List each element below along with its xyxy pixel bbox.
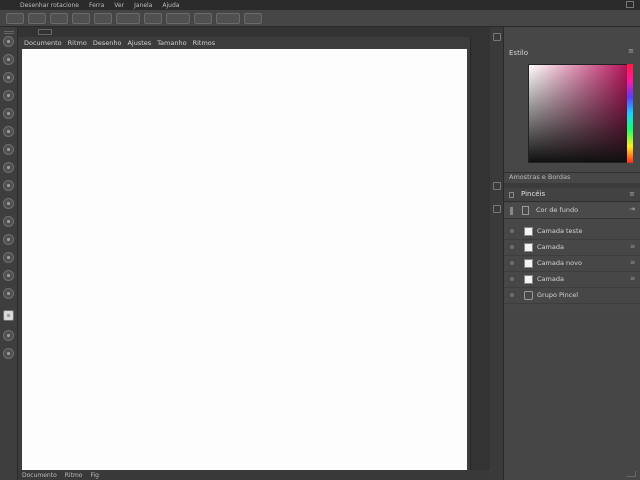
group-folder-icon [524, 291, 533, 300]
tab-adjustments[interactable]: Ajustes [127, 39, 151, 47]
magic-wand-tool-icon[interactable] [3, 90, 14, 101]
status-fig: Fig [90, 471, 99, 479]
right-panel: Estilo ≡ Amostras e Bordas Pincéis ≡ Cor… [504, 27, 640, 480]
hue-slider[interactable] [627, 64, 633, 163]
fill-icon[interactable] [522, 206, 529, 215]
layer-row[interactable]: Camada novo ≡ [504, 256, 640, 272]
arrange-icon[interactable] [38, 29, 52, 35]
layer-row[interactable]: Grupo Pincel [504, 288, 640, 304]
layer-thumbnail [524, 227, 533, 236]
screen-mode-icon[interactable] [3, 348, 14, 359]
lasso-tool-icon[interactable] [3, 72, 14, 83]
menu-item-window[interactable]: Janela [134, 2, 152, 9]
panel-menu-icon[interactable]: ≡ [628, 47, 634, 55]
layer-name: Camada [537, 275, 564, 283]
tab-rhythm[interactable]: Ritmo [68, 39, 87, 47]
brush-option-icon[interactable] [28, 12, 46, 24]
background-color-label[interactable]: Cor de fundo [536, 206, 578, 214]
pen-tool-icon[interactable] [3, 288, 14, 299]
lock-icon[interactable] [510, 207, 513, 215]
dodge-tool-icon[interactable] [3, 270, 14, 281]
clone-stamp-tool-icon[interactable] [3, 180, 14, 191]
eraser-tool-icon[interactable] [3, 216, 14, 227]
layer-thumbnail [524, 243, 533, 252]
layer-row[interactable]: Camada teste [504, 224, 640, 240]
status-bar: Documento Ritmo Fig [18, 470, 490, 480]
angle-option-icon[interactable] [244, 12, 262, 24]
brush-tool-icon[interactable] [3, 162, 14, 173]
blur-tool-icon[interactable] [3, 252, 14, 263]
eyedropper-tool-icon[interactable] [3, 126, 14, 137]
layer-options-icon[interactable]: ≡ [630, 259, 635, 266]
smoothing-option-icon[interactable] [194, 12, 212, 24]
tab-document[interactable]: Documento [24, 39, 62, 47]
layer-row[interactable]: Camada ≡ [504, 272, 640, 288]
resize-grip-icon[interactable] [626, 471, 636, 477]
brush-panel-icon [509, 192, 514, 198]
menu-bar: Desenhar rotacione Ferra Ver Janela Ajud… [0, 0, 640, 10]
history-brush-tool-icon[interactable] [3, 198, 14, 209]
tab-drawing[interactable]: Desenho [93, 39, 122, 47]
layer-options-icon[interactable]: ≡ [630, 243, 635, 250]
color-panel-title: Estilo [509, 49, 528, 57]
layer-name: Camada teste [537, 227, 583, 235]
options-bar [0, 10, 640, 27]
document-tabs: Documento Ritmo Desenho Ajustes Tamanho … [18, 37, 490, 49]
layer-options-icon[interactable]: ≡ [630, 275, 635, 282]
settings-option-icon[interactable] [216, 12, 240, 24]
symmetry-option-icon[interactable] [166, 12, 190, 24]
menu-item-file[interactable]: Desenhar rotacione [20, 2, 79, 9]
swatches-tab[interactable]: Amostras e Bordas [509, 173, 570, 181]
menu-item-help[interactable]: Ajuda [162, 2, 179, 9]
visibility-icon[interactable] [510, 293, 514, 297]
menu-item-view[interactable]: Ver [114, 2, 124, 9]
tab-row [18, 27, 490, 37]
foreground-color-icon[interactable] [3, 310, 14, 321]
marquee-tool-icon[interactable] [3, 54, 14, 65]
toolbar-menu-icon[interactable]: ⇥ [629, 205, 635, 213]
pressure-option-icon[interactable] [144, 12, 162, 24]
flow-option-icon[interactable] [94, 12, 112, 24]
move-tool-icon[interactable] [3, 36, 14, 47]
opacity-option-icon[interactable] [72, 12, 90, 24]
layers-toolbar: Cor de fundo ⇥ [504, 203, 640, 219]
layers-panel-title[interactable]: Pincéis [521, 190, 545, 198]
panel-menu-icon[interactable]: ≡ [629, 190, 635, 198]
mode-option-icon[interactable] [50, 12, 68, 24]
vertical-scrollbar[interactable] [470, 37, 490, 480]
panel-grip-icon[interactable] [4, 31, 14, 34]
panel-dock [490, 27, 504, 480]
menu-item-tools[interactable]: Ferra [89, 2, 104, 9]
crop-tool-icon[interactable] [3, 108, 14, 119]
layer-name: Camada [537, 243, 564, 251]
layer-row[interactable]: Camada ≡ [504, 240, 640, 256]
gradient-tool-icon[interactable] [3, 234, 14, 245]
tab-size[interactable]: Tamanho [157, 39, 186, 47]
visibility-icon[interactable] [510, 245, 514, 249]
layer-name: Camada novo [537, 259, 582, 267]
layer-name: Grupo Pincel [537, 291, 579, 299]
brush-dock-icon[interactable] [493, 205, 501, 213]
status-rhythm: Ritmo [64, 471, 83, 479]
status-document: Documento [22, 471, 57, 479]
healing-tool-icon[interactable] [3, 144, 14, 155]
layer-thumbnail [524, 275, 533, 284]
airbrush-option-icon[interactable] [116, 12, 140, 24]
layers-panel-header: Pincéis ≡ [504, 188, 640, 202]
layers-dock-icon[interactable] [493, 182, 501, 190]
tool-preset-icon[interactable] [6, 12, 24, 24]
workspace [18, 49, 490, 472]
visibility-icon[interactable] [510, 261, 514, 265]
layers-list-empty-area [504, 307, 640, 480]
close-icon[interactable] [626, 1, 634, 8]
panel-collapse-icon[interactable] [493, 33, 501, 41]
visibility-icon[interactable] [510, 229, 514, 233]
visibility-icon[interactable] [510, 277, 514, 281]
layer-thumbnail [524, 259, 533, 268]
quick-mask-icon[interactable] [3, 330, 14, 341]
tools-panel [0, 27, 18, 480]
tab-rhythms[interactable]: Ritmos [193, 39, 216, 47]
color-field[interactable] [528, 64, 628, 163]
canvas[interactable] [22, 49, 467, 472]
